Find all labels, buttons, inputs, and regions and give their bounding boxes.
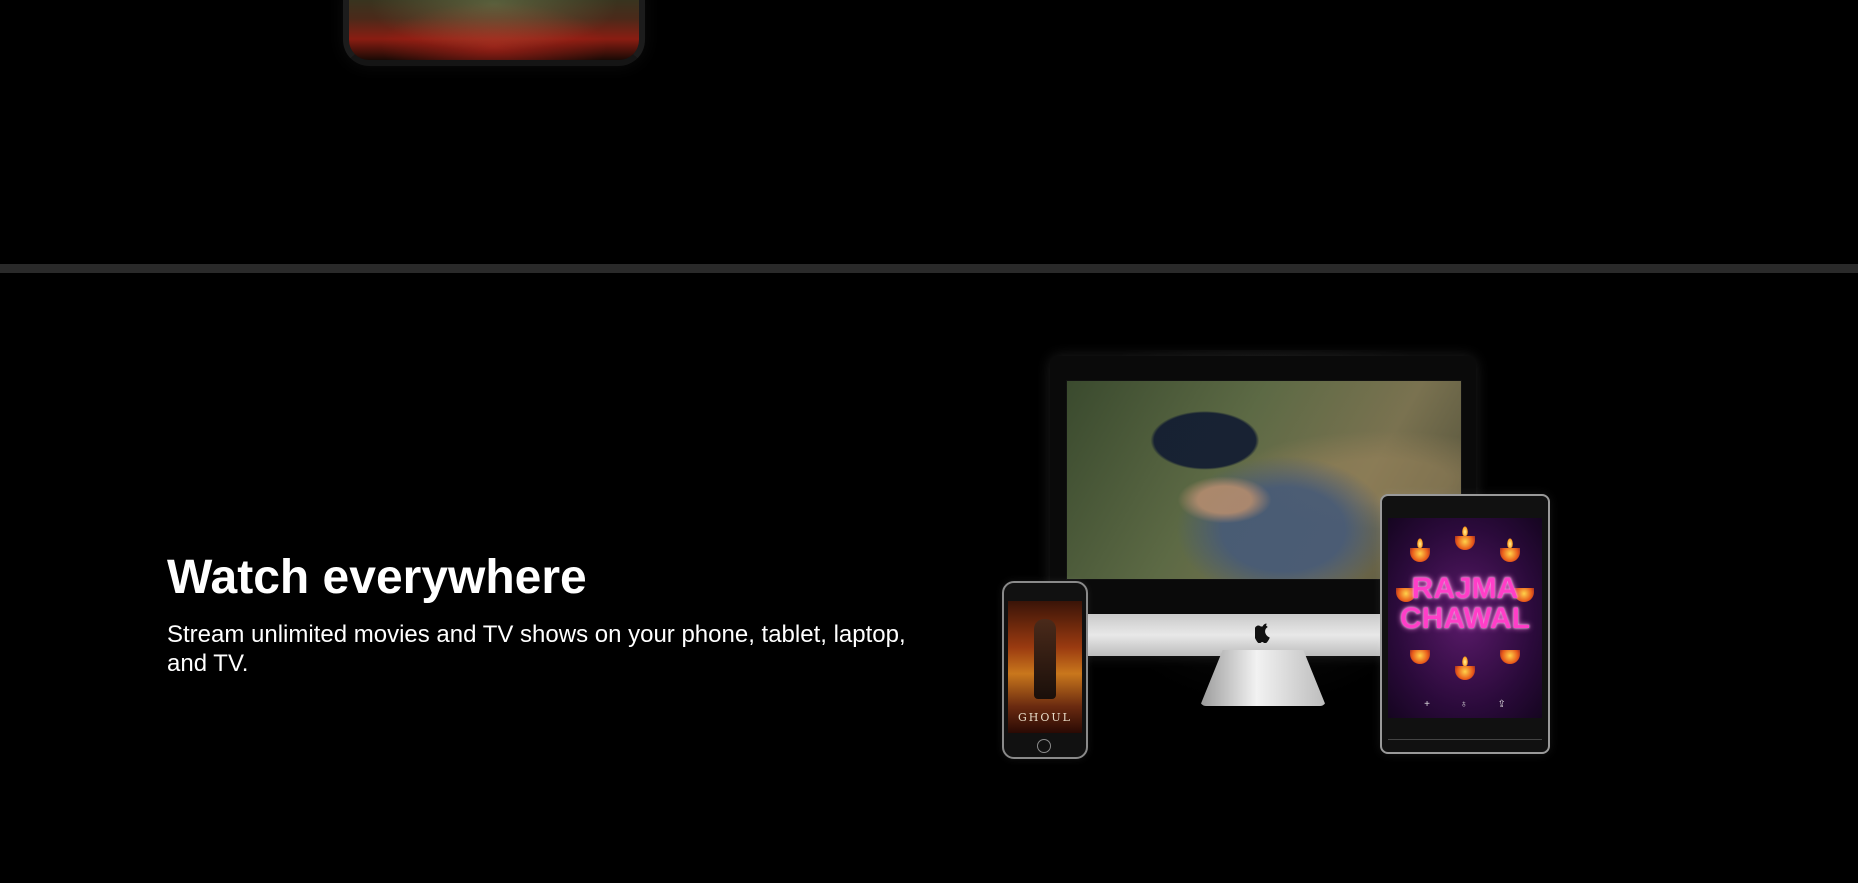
devices-illustration: GHOUL RAJMA CHAWAL + ♁ ⇪ — [990, 350, 1560, 760]
section-divider — [0, 264, 1858, 273]
flame-decoration — [1507, 538, 1513, 548]
tablet-bezel-bottom — [1388, 739, 1542, 746]
tablet-poster-title-line1: RAJMA — [1411, 572, 1519, 605]
tablet-device: RAJMA CHAWAL + ♁ ⇪ — [1380, 494, 1550, 754]
like-icon: ♁ — [1459, 699, 1468, 710]
phone-screen-poster: GHOUL — [1008, 601, 1082, 733]
device-screen-image — [349, 0, 639, 60]
feature-subtitle: Stream unlimited movies and TV shows on … — [167, 621, 906, 677]
phone-device: GHOUL — [1002, 581, 1088, 759]
diya-decoration — [1410, 650, 1430, 664]
diya-decoration — [1455, 536, 1475, 550]
diya-decoration — [1410, 548, 1430, 562]
flame-decoration — [1462, 526, 1468, 536]
add-icon: + — [1424, 699, 1430, 710]
page: Watch everywhere Stream unlimited movies… — [0, 0, 1858, 883]
flame-decoration — [1417, 538, 1423, 548]
feature-text-block: Watch everywhere Stream unlimited movies… — [167, 548, 927, 678]
feature-title: Watch everywhere — [167, 551, 587, 604]
poster-figure — [1034, 619, 1056, 699]
previous-feature-device-image — [343, 0, 645, 66]
share-icon: ⇪ — [1497, 699, 1506, 710]
diya-decoration — [1500, 650, 1520, 664]
tablet-poster-title: RAJMA CHAWAL — [1388, 574, 1542, 634]
tablet-screen-poster: RAJMA CHAWAL + ♁ ⇪ — [1388, 518, 1542, 718]
flame-decoration — [1462, 656, 1468, 666]
tablet-nav-bar: + ♁ ⇪ — [1388, 699, 1542, 710]
apple-logo-icon — [1255, 623, 1270, 643]
phone-home-button — [1037, 739, 1051, 753]
phone-poster-title: GHOUL — [1018, 711, 1072, 724]
diya-decoration — [1500, 548, 1520, 562]
tablet-poster-title-line2: CHAWAL — [1400, 602, 1530, 635]
diya-decoration — [1455, 666, 1475, 680]
